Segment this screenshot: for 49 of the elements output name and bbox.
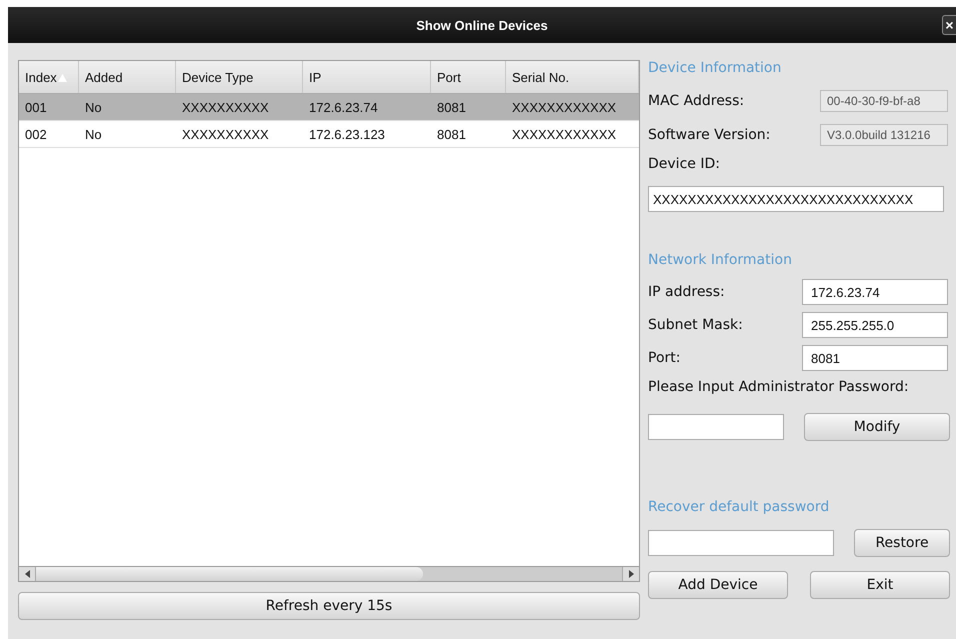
- refresh-button[interactable]: Refresh every 15s: [18, 592, 640, 620]
- table-cell-text: 001: [24, 98, 48, 116]
- section-heading: Device Information: [648, 60, 782, 78]
- table-cell-text: 8081: [436, 126, 467, 144]
- column-header[interactable]: Device Type: [176, 61, 303, 93]
- restore-button[interactable]: Restore: [854, 529, 950, 557]
- column-header[interactable]: Serial No.: [506, 61, 639, 93]
- version-field: V3.0.0build 131216: [820, 124, 948, 146]
- field-label: Device ID:: [648, 156, 721, 174]
- table-cell-text: XXXXXXXXXX: [181, 98, 270, 116]
- input-field[interactable]: 255.255.255.0: [802, 312, 948, 338]
- password-field[interactable]: [648, 414, 784, 440]
- table-row[interactable]: 002 No XXXXXXXXXX 172.6.23.123 8081 XXXXXXXXXXXX: [19, 121, 639, 148]
- table-cell-text: No: [84, 98, 103, 116]
- table-cell-text: No: [84, 126, 103, 144]
- window-title: Show Online Devices: [416, 18, 548, 32]
- field-label: Please Input Administrator Password:: [648, 379, 910, 397]
- field-label: Subnet Mask:: [648, 317, 743, 333]
- horizontal-scrollbar[interactable]: [19, 566, 639, 581]
- field-label: Software Version:: [648, 127, 770, 143]
- close-button[interactable]: ×: [942, 15, 956, 35]
- input-field[interactable]: [648, 530, 834, 556]
- device-id-field[interactable]: XXXXXXXXXXXXXXXXXXXXXXXXXXXXXX: [648, 186, 944, 212]
- exit-button[interactable]: Exit: [810, 571, 950, 599]
- table-cell-text: XXXXXXXXXX: [181, 126, 270, 144]
- field-label: MAC Address:: [648, 93, 744, 109]
- scroll-left-icon[interactable]: [19, 567, 36, 581]
- table-cell-text: 002: [24, 126, 48, 144]
- add-device-button[interactable]: Add Device: [648, 571, 788, 599]
- table-cell-text: 172.6.23.123: [308, 126, 386, 144]
- scroll-thumb[interactable]: [36, 567, 423, 581]
- table-cell-text: 8081: [436, 98, 467, 116]
- field-label: Port:: [648, 350, 680, 366]
- field-label: IP address:: [648, 284, 725, 300]
- input-field[interactable]: 8081: [802, 345, 948, 371]
- column-header[interactable]: Index: [19, 61, 79, 93]
- modify-button[interactable]: Modify: [804, 413, 950, 441]
- scroll-right-icon[interactable]: [622, 567, 639, 581]
- table-cell-text: XXXXXXXXXXXX: [511, 98, 618, 116]
- input-field[interactable]: 172.6.23.74: [802, 279, 948, 305]
- section-heading: Recover default password: [648, 499, 830, 517]
- table-cell-text: 172.6.23.74: [308, 98, 379, 116]
- mac-field: 00-40-30-f9-bf-a8: [820, 90, 948, 112]
- table-row[interactable]: 001 No XXXXXXXXXX 172.6.23.74 8081 XXXXXXXXXXXX: [19, 94, 639, 121]
- column-header[interactable]: IP: [303, 61, 431, 93]
- column-header[interactable]: Added: [79, 61, 176, 93]
- table-cell-text: XXXXXXXXXXXX: [511, 126, 618, 144]
- column-header[interactable]: Port: [431, 61, 506, 93]
- section-heading: Network Information: [648, 252, 793, 270]
